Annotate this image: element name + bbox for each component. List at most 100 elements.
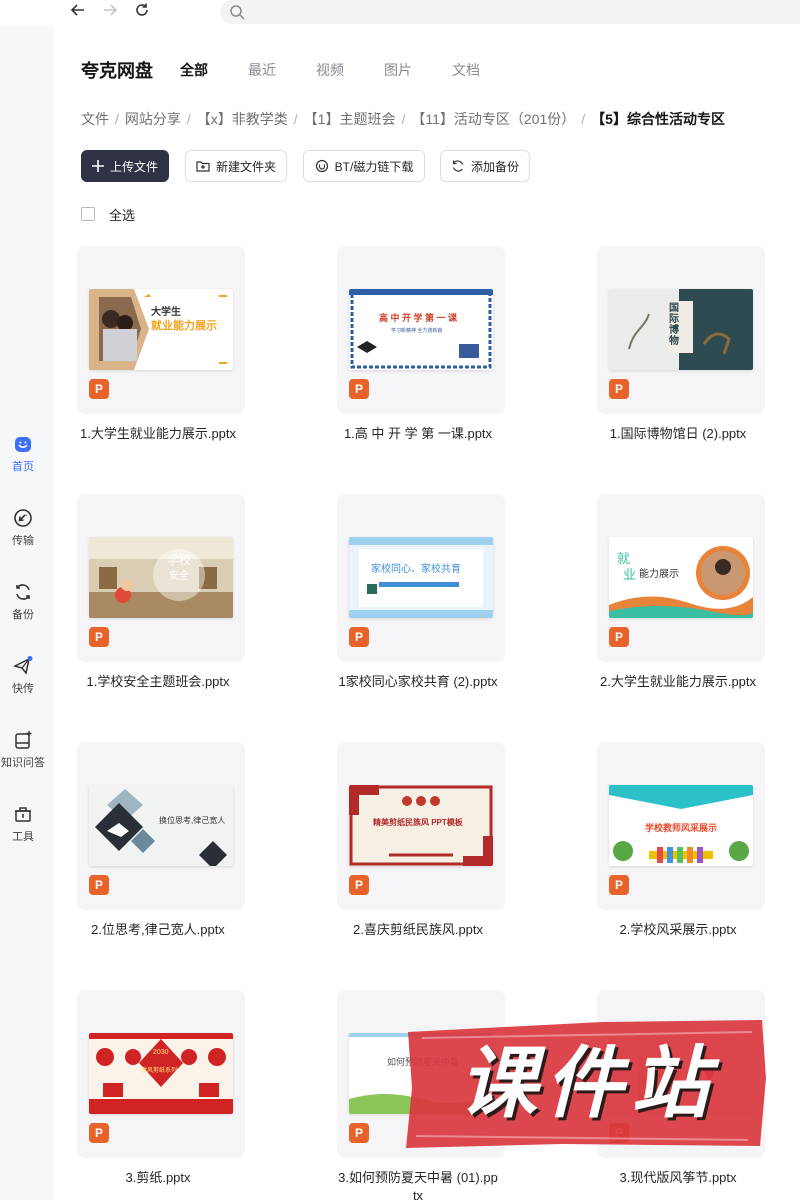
file-name[interactable]: 1.学校安全主题班会.pptx — [58, 673, 258, 691]
select-all[interactable]: 全选 — [81, 206, 136, 223]
magnet-icon — [315, 159, 328, 173]
add-backup-button[interactable]: 添加备份 — [440, 150, 530, 182]
sidebar-item-label: 工具 — [12, 831, 34, 843]
tab-documents[interactable]: 文档 — [452, 60, 480, 80]
slide-title: 春风剪纸系列 — [141, 1068, 178, 1074]
file-name[interactable]: 2.位思考,律己宽人.pptx — [58, 921, 258, 939]
left-sidebar: 首页 传输 备份 快传 知识问答 工具 — [0, 26, 54, 1200]
backup-icon — [452, 160, 464, 172]
slide-subtitle: 安全 — [169, 571, 189, 582]
sidebar-item-label: 备份 — [12, 609, 34, 621]
file-name[interactable]: 1家校同心家校共育 (2).pptx — [318, 673, 518, 691]
slide-char: 日 — [681, 338, 691, 349]
breadcrumb-item[interactable]: 【1】主题班会 — [304, 111, 396, 127]
file-name[interactable]: 1.国际博物馆日 (2).pptx — [578, 425, 778, 443]
pptx-file-icon: P — [89, 1123, 109, 1143]
breadcrumb: 文件 / 网站分享 / 【x】非教学类 / 【1】主题班会 / 【11】活动专区（201份） / 【… — [81, 109, 725, 129]
knowledge-qa-icon — [15, 731, 32, 749]
file-card[interactable]: 国 际 博 物 馆 日 P — [597, 246, 765, 414]
search-icon — [230, 5, 245, 20]
breadcrumb-current: 【5】综合性活动专区 — [591, 111, 725, 127]
select-all-label: 全选 — [109, 207, 136, 223]
slide-subtitle: 能力展示 — [639, 569, 679, 580]
file-name[interactable]: 1.高 中 开 学 第 一课.pptx — [318, 425, 518, 443]
sidebar-item-backup[interactable]: 备份 — [0, 582, 46, 622]
slide-char: 物 — [669, 336, 679, 347]
file-card[interactable]: 学校 安全 P — [77, 494, 245, 662]
slide-subtitle: 学习新精神 全力谱新篇 — [391, 328, 443, 334]
forward-button[interactable] — [100, 2, 120, 22]
bt-download-button[interactable]: BT/磁力链下载 — [303, 150, 425, 182]
pptx-file-icon: P — [349, 379, 369, 399]
sidebar-item-label: 快传 — [12, 683, 34, 695]
sidebar-item-home[interactable]: 首页 — [0, 434, 46, 474]
toolbox-icon — [15, 807, 31, 822]
file-name[interactable]: 2.学校风采展示.pptx — [578, 921, 778, 939]
file-card[interactable]: 2030 春风剪纸系列 P — [77, 990, 245, 1158]
sidebar-item-label: 首页 — [12, 461, 34, 473]
file-card[interactable]: 就 业 能力展示 P — [597, 494, 765, 662]
sidebar-item-transfer[interactable]: 传输 — [0, 508, 46, 548]
slide-char: 国 — [669, 303, 679, 314]
breadcrumb-item[interactable]: 【11】活动专区（201份） — [411, 111, 575, 127]
breadcrumb-item[interactable]: 【x】非教学类 — [197, 111, 288, 127]
new-folder-button[interactable]: 新建文件夹 — [185, 150, 287, 182]
file-name[interactable]: 1.大学生就业能力展示.pptx — [58, 425, 258, 443]
tab-recent[interactable]: 最近 — [248, 60, 276, 80]
watermark-text: 课件站 — [458, 1039, 717, 1129]
file-card[interactable]: 大学生 就业能力展示 P — [77, 246, 245, 414]
quick-send-icon — [12, 656, 33, 675]
slide-char: 就 — [617, 551, 631, 566]
slide-title: 家校同心、家校共育 — [371, 564, 461, 575]
pptx-file-icon: P — [89, 875, 109, 895]
tab-video[interactable]: 视频 — [316, 60, 344, 80]
sidebar-item-tools[interactable]: 工具 — [0, 804, 46, 844]
slide-title: 换位思考,律己宽人 — [159, 816, 226, 825]
file-name[interactable]: 3.如何预防夏天中暑 (01).pp tx — [318, 1169, 518, 1200]
upload-button[interactable]: 上传文件 — [81, 150, 169, 182]
file-card[interactable]: 学校教师风采展示 P — [597, 742, 765, 910]
slide-title: 就 业 — [617, 551, 636, 583]
file-name[interactable]: 2.喜庆剪纸民族风.pptx — [318, 921, 518, 939]
slide-title: 精美剪纸民族风 PPT模板 — [373, 818, 463, 827]
file-thumbnail: 2030 春风剪纸系列 — [89, 1033, 233, 1114]
file-name[interactable]: 2.大学生就业能力展示.pptx — [578, 673, 778, 691]
tab-all[interactable]: 全部 — [180, 60, 208, 80]
sidebar-item-knowledge-qa[interactable]: 知识问答 — [0, 730, 46, 770]
file-thumbnail: 高 中 开 学 第 一 课 学习新精神 全力谱新篇 — [349, 289, 493, 370]
address-search-input[interactable] — [220, 0, 800, 24]
pptx-file-icon: P — [609, 627, 629, 647]
file-card[interactable]: 高 中 开 学 第 一 课 学习新精神 全力谱新篇 P — [337, 246, 505, 414]
pptx-file-icon: P — [609, 379, 629, 399]
file-name[interactable]: 3.剪纸.pptx — [58, 1169, 258, 1187]
file-card[interactable]: 换位思考,律己宽人 P — [77, 742, 245, 910]
file-thumbnail: 精美剪纸民族风 PPT模板 — [349, 785, 493, 866]
refresh-button[interactable] — [132, 2, 152, 22]
browser-toolbar — [0, 0, 800, 26]
slide-title: 学校教师风采展示 — [645, 823, 718, 833]
file-card[interactable]: 精美剪纸民族风 PPT模板 P — [337, 742, 505, 910]
tab-images[interactable]: 图片 — [384, 60, 412, 80]
slide-title: 大学生 — [151, 307, 181, 318]
folder-plus-icon — [196, 161, 210, 172]
slide-title: 高 中 开 学 第 一 课 — [379, 313, 458, 323]
pptx-file-icon: P — [349, 627, 369, 647]
breadcrumb-item[interactable]: 网站分享 — [125, 111, 181, 127]
breadcrumb-item[interactable]: 文件 — [81, 111, 109, 127]
slide-preview — [349, 537, 493, 618]
file-card[interactable]: 家校同心、家校共育 P — [337, 494, 505, 662]
sidebar-item-quick-send[interactable]: 快传 — [0, 656, 46, 696]
add-backup-label: 添加备份 — [470, 159, 519, 174]
new-folder-label: 新建文件夹 — [215, 159, 276, 174]
file-thumbnail: 学校教师风采展示 — [609, 785, 753, 866]
sidebar-item-label: 传输 — [12, 535, 34, 547]
pptx-file-icon: P — [609, 875, 629, 895]
slide-preview — [89, 537, 233, 618]
arrow-right-icon — [104, 4, 118, 16]
plus-icon — [91, 160, 104, 172]
file-name[interactable]: 3.现代版风筝节.pptx — [578, 1169, 778, 1187]
pptx-file-icon: P — [89, 379, 109, 399]
slide-title: 学校 — [167, 553, 192, 567]
select-all-checkbox[interactable] — [81, 207, 95, 221]
back-button[interactable] — [68, 2, 88, 22]
